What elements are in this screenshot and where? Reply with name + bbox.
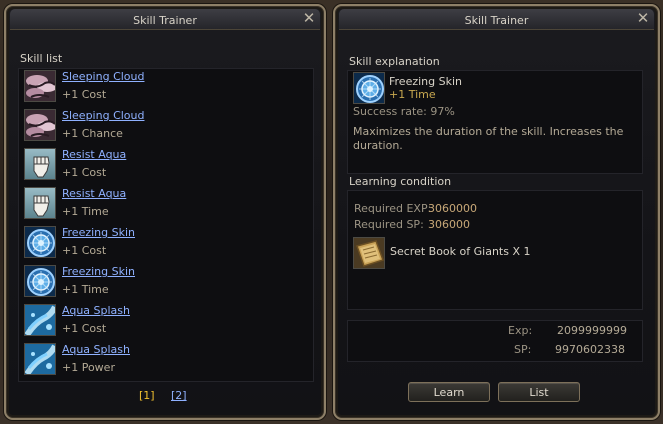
skill-name-link[interactable]: Freezing Skin [62, 226, 135, 239]
window-title: Skill Trainer [464, 14, 529, 27]
selected-skill-enchant: +1 Time [389, 88, 436, 101]
skill-name-link[interactable]: Sleeping Cloud [62, 70, 144, 83]
sp-label: SP: [514, 343, 532, 356]
skill-detail: +1 Cost [62, 166, 107, 179]
learning-condition-label: Learning condition [349, 175, 452, 188]
list-item[interactable]: Freezing Skin +1 Time [24, 265, 304, 304]
skill-detail: +1 Time [62, 205, 109, 218]
fist-icon [24, 187, 56, 219]
selected-skill-name: Freezing Skin [389, 75, 463, 88]
freezing-skin-icon [353, 72, 385, 104]
sleeping-cloud-icon [24, 70, 56, 102]
window-title: Skill Trainer [133, 14, 197, 27]
sleeping-cloud-icon [24, 109, 56, 141]
skill-detail: +1 Time [62, 283, 109, 296]
skill-detail: +1 Cost [62, 244, 107, 257]
skill-name-link[interactable]: Resist Aqua [62, 187, 126, 200]
sp-value: 9970602338 [555, 343, 625, 356]
skill-explanation-label: Skill explanation [349, 55, 440, 68]
skill-trainer-list-window: Skill Trainer ✕ Skill list Sleeping Clou… [4, 4, 326, 420]
skill-trainer-detail-window: Skill Trainer ✕ Skill explanation Freezi… [333, 4, 660, 420]
list-item[interactable]: Sleeping Cloud +1 Chance [24, 109, 304, 148]
skill-name-link[interactable]: Resist Aqua [62, 148, 126, 161]
required-item: Secret Book of Giants X 1 [390, 245, 531, 258]
skill-detail: +1 Power [62, 361, 115, 374]
close-icon[interactable]: ✕ [635, 10, 651, 26]
title-bar[interactable]: Skill Trainer ✕ [10, 9, 320, 30]
list-item[interactable]: Aqua Splash +1 Power [24, 343, 304, 382]
title-bar[interactable]: Skill Trainer ✕ [339, 9, 654, 30]
skill-description: Maximizes the duration of the skill. Inc… [353, 125, 624, 152]
required-exp-value: 3060000 [428, 202, 477, 215]
page-link-1[interactable]: [1] [139, 389, 155, 402]
aqua-splash-icon [24, 343, 56, 375]
list-item[interactable]: Resist Aqua +1 Time [24, 187, 304, 226]
list-item[interactable]: Resist Aqua +1 Cost [24, 148, 304, 187]
close-icon[interactable]: ✕ [301, 10, 317, 26]
required-sp-value: 306000 [428, 218, 470, 231]
required-sp-label: Required SP: [354, 218, 424, 231]
required-exp-label: Required EXP: [354, 202, 432, 215]
list-item[interactable]: Freezing Skin +1 Cost [24, 226, 304, 265]
list-item[interactable]: Sleeping Cloud +1 Cost [24, 70, 304, 109]
page-link-2[interactable]: [2] [171, 389, 187, 402]
exp-value: 2099999999 [557, 324, 627, 337]
skill-detail: +1 Cost [62, 88, 107, 101]
skill-list-label: Skill list [20, 52, 63, 65]
skill-detail: +1 Chance [62, 127, 123, 140]
spellbook-icon [353, 237, 385, 269]
success-rate: Success rate: 97% [353, 105, 455, 118]
list-button[interactable]: List [498, 382, 580, 402]
learn-button[interactable]: Learn [408, 382, 490, 402]
skill-name-link[interactable]: Freezing Skin [62, 265, 135, 278]
skill-detail: +1 Cost [62, 322, 107, 335]
aqua-splash-icon [24, 304, 56, 336]
skill-name-link[interactable]: Sleeping Cloud [62, 109, 144, 122]
list-item[interactable]: Aqua Splash +1 Cost [24, 304, 304, 343]
skill-name-link[interactable]: Aqua Splash [62, 304, 130, 317]
freezing-skin-icon [24, 265, 56, 297]
freezing-skin-icon [24, 226, 56, 258]
fist-icon [24, 148, 56, 180]
exp-label: Exp: [508, 324, 533, 337]
skill-name-link[interactable]: Aqua Splash [62, 343, 130, 356]
